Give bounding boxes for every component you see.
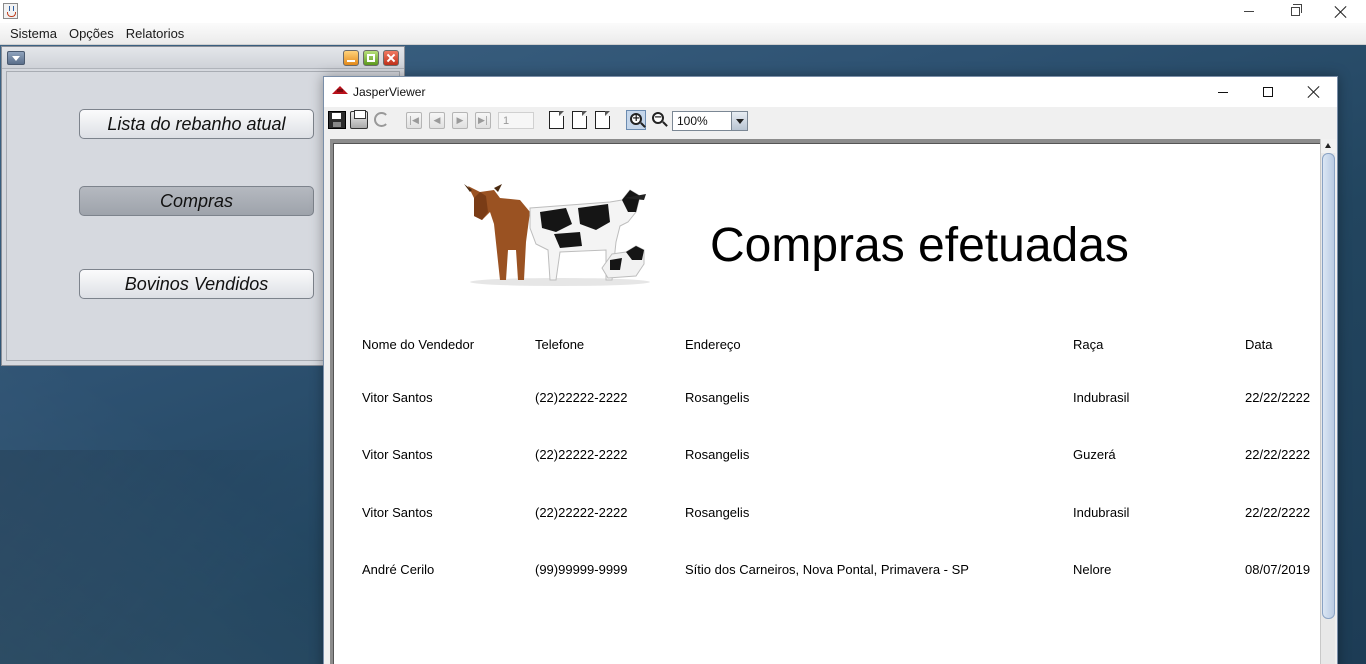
jasperviewer-window: JasperViewer |◀ ◀ ▶ ▶| 1 + − 100% Compra… <box>323 76 1338 664</box>
save-icon[interactable] <box>328 111 346 129</box>
lista-rebanho-button[interactable]: Lista do rebanho atual <box>79 109 314 139</box>
jv-minimize-button[interactable] <box>1200 77 1246 107</box>
report-viewport: Compras efetuadas Nome do Vendedor Telef… <box>330 139 1336 664</box>
table-cell: 22/22/2222 <box>1245 390 1311 405</box>
vertical-scrollbar[interactable] <box>1320 139 1336 664</box>
table-cell: (99)99999-9999 <box>535 562 628 577</box>
table-cell: 22/22/2222 <box>1245 447 1311 462</box>
first-page-button[interactable]: |◀ <box>406 112 422 129</box>
iframe-maximize-button[interactable] <box>363 50 379 66</box>
print-icon[interactable] <box>350 110 368 129</box>
scroll-up-arrow-icon[interactable] <box>1321 139 1336 153</box>
zoom-out-button[interactable]: − <box>649 110 669 130</box>
iframe-minimize-button[interactable] <box>343 50 359 66</box>
iframe-close-button[interactable] <box>383 50 399 66</box>
java-icon[interactable] <box>3 3 18 19</box>
system-menu-icon[interactable] <box>7 51 25 65</box>
jv-maximize-button[interactable] <box>1245 77 1291 107</box>
compras-button[interactable]: Compras <box>79 186 314 216</box>
page-number-input[interactable]: 1 <box>498 112 534 129</box>
minimize-icon <box>1244 11 1254 12</box>
table-cell: Rosangelis <box>685 447 750 462</box>
table-cell: Guzerá <box>1073 447 1116 462</box>
window-title: JasperViewer <box>353 85 426 99</box>
reload-icon[interactable] <box>374 112 389 127</box>
restore-button[interactable] <box>1272 0 1318 23</box>
jasper-logo-icon <box>332 86 348 94</box>
last-page-button[interactable]: ▶| <box>475 112 491 129</box>
table-cell: Indubrasil <box>1073 505 1130 520</box>
internal-frame-titlebar[interactable] <box>2 47 404 69</box>
next-page-button[interactable]: ▶ <box>452 112 468 129</box>
fit-page-icon[interactable] <box>572 111 587 129</box>
menubar: Sistema Opções Relatorios <box>0 23 1366 45</box>
column-header-telefone: Telefone <box>535 337 585 352</box>
column-header-vendedor: Nome do Vendedor <box>362 337 475 352</box>
table-cell: (22)22222-2222 <box>535 390 628 405</box>
table-cell: Indubrasil <box>1073 390 1130 405</box>
app-titlebar <box>0 0 1366 23</box>
table-cell: Vitor Santos <box>362 390 433 405</box>
restore-icon <box>1290 4 1302 16</box>
column-header-raca: Raça <box>1073 337 1104 352</box>
close-icon <box>1308 86 1320 98</box>
zoom-in-button[interactable]: + <box>626 110 646 130</box>
zoom-value: 100% <box>677 114 708 128</box>
minimize-button[interactable] <box>1226 0 1272 23</box>
column-header-endereco: Endereço <box>685 337 741 352</box>
table-cell: André Cerilo <box>362 562 435 577</box>
table-cell: 22/22/2222 <box>1245 505 1311 520</box>
cattle-image <box>464 184 650 286</box>
report-page: Compras efetuadas Nome do Vendedor Telef… <box>333 143 1321 664</box>
previous-page-button[interactable]: ◀ <box>429 112 445 129</box>
table-cell: Sítio dos Carneiros, Nova Pontal, Primav… <box>685 562 969 577</box>
menu-opcoes[interactable]: Opções <box>63 23 120 45</box>
table-cell: 08/07/2019 <box>1245 562 1311 577</box>
report-title: Compras efetuadas <box>710 219 1129 272</box>
jv-close-button[interactable] <box>1291 77 1337 107</box>
jasperviewer-titlebar[interactable]: JasperViewer <box>324 77 1337 107</box>
column-header-data: Data <box>1245 337 1273 352</box>
close-button[interactable] <box>1318 0 1364 23</box>
menu-relatorios[interactable]: Relatorios <box>120 23 191 45</box>
zoom-select[interactable]: 100% <box>672 111 748 131</box>
minimize-icon <box>1218 91 1228 93</box>
report-toolbar: |◀ ◀ ▶ ▶| 1 + − 100% <box>324 107 1337 135</box>
table-cell: Vitor Santos <box>362 505 433 520</box>
table-cell: Vitor Santos <box>362 447 433 462</box>
table-cell: (22)22222-2222 <box>535 505 628 520</box>
desktop-background-shade <box>0 450 330 664</box>
table-cell: Nelore <box>1073 562 1112 577</box>
actual-size-icon[interactable] <box>549 111 564 129</box>
menu-sistema[interactable]: Sistema <box>4 23 63 45</box>
table-cell: Rosangelis <box>685 390 750 405</box>
chevron-down-icon[interactable] <box>731 112 747 130</box>
table-cell: Rosangelis <box>685 505 750 520</box>
bovinos-vendidos-button[interactable]: Bovinos Vendidos <box>79 269 314 299</box>
close-icon <box>1335 6 1347 18</box>
table-cell: (22)22222-2222 <box>535 447 628 462</box>
scroll-thumb[interactable] <box>1322 153 1335 619</box>
maximize-icon <box>1263 87 1273 97</box>
fit-width-icon[interactable] <box>595 111 610 129</box>
